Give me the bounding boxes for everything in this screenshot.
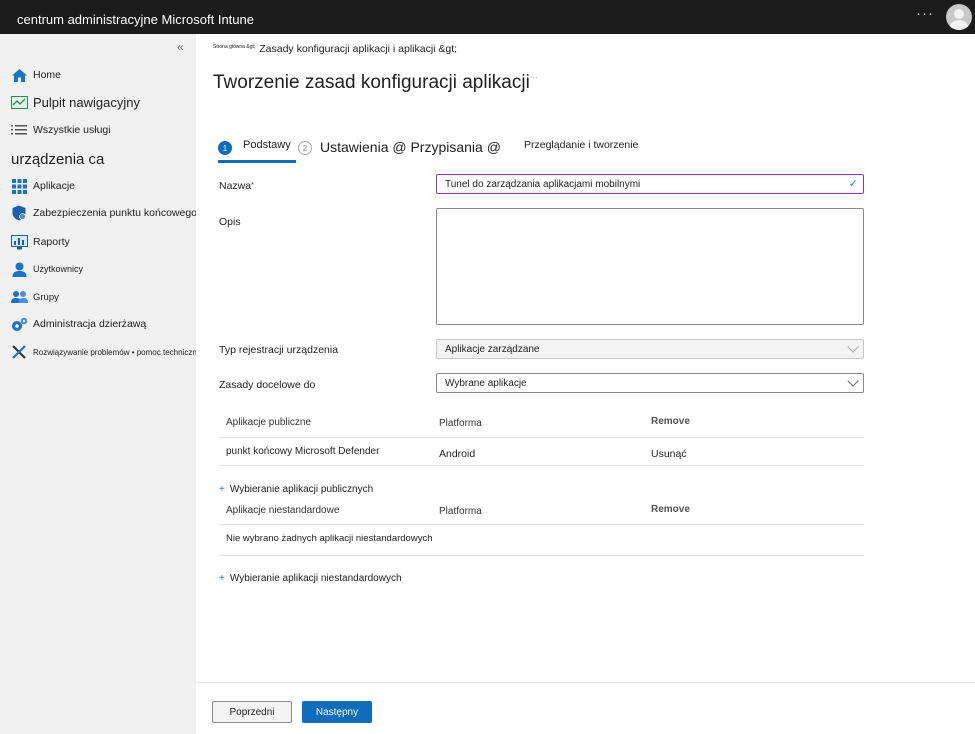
chevron-down-icon xyxy=(847,375,859,387)
divider xyxy=(219,437,864,438)
main-content: Strona główna &gt; Zasady konfiguracji ap… xyxy=(196,34,975,734)
tenant-admin-gear-icon xyxy=(10,315,28,333)
footer-bar: Poprzedni Następny xyxy=(196,682,975,734)
next-button[interactable]: Następny xyxy=(302,701,372,723)
sidebar-item-troubleshooting[interactable]: Rozwiązywanie problemów • pomoc technicz… xyxy=(10,343,196,361)
previous-button[interactable]: Poprzedni xyxy=(212,701,292,723)
sidebar-item-label: Aplikacje xyxy=(33,180,76,192)
avatar[interactable] xyxy=(946,4,972,30)
tab-basics[interactable]: Podstawy xyxy=(243,139,291,151)
top-bar: centrum administracyjne Microsoft Intune… xyxy=(0,0,975,34)
plus-icon: + xyxy=(219,573,225,584)
sidebar: « Home Pulpit nawigacyjny Wszystkie usłu… xyxy=(0,34,196,734)
chevron-down-icon xyxy=(847,341,859,353)
dashboard-icon xyxy=(10,93,28,111)
sidebar-item-endpoint-security[interactable]: Zabezpieczenia punktu końcowego xyxy=(10,204,196,222)
step-2-indicator: 2 xyxy=(298,141,312,155)
avatar-body-shape xyxy=(950,20,968,30)
divider xyxy=(219,465,864,466)
groups-icon xyxy=(10,288,28,306)
reports-monitor-icon xyxy=(10,233,28,251)
breadcrumb: Strona główna &gt; Zasady konfiguracji ap… xyxy=(213,43,457,55)
select-custom-apps-link[interactable]: + Wybieranie aplikacji niestandardowych xyxy=(219,573,402,584)
sidebar-item-all-services[interactable]: Wszystkie usługi xyxy=(10,121,111,139)
sidebar-section-heading: urządzenia ca xyxy=(11,151,105,168)
wrench-icon xyxy=(10,343,28,361)
sidebar-item-dashboard[interactable]: Pulpit nawigacyjny xyxy=(10,93,140,111)
breadcrumb-home[interactable]: Strona główna &gt; xyxy=(213,44,255,50)
avatar-head-shape xyxy=(954,9,964,19)
sidebar-item-home[interactable]: Home xyxy=(10,66,61,84)
remove-app-link[interactable]: Usunąć xyxy=(651,448,687,460)
sidebar-item-label: Użytkownicy xyxy=(33,264,84,274)
sidebar-item-label: Grupy xyxy=(33,291,59,303)
sidebar-item-label: Pulpit nawigacyjny xyxy=(33,94,140,110)
target-policy-select[interactable]: Wybrane aplikacje xyxy=(436,373,864,393)
sidebar-item-label: Rozwiązywanie problemów • pomoc technicz… xyxy=(33,347,196,357)
breadcrumb-path[interactable]: Zasady konfiguracji aplikacji i aplikacj… xyxy=(259,43,457,55)
sidebar-item-label: Wszystkie usługi xyxy=(33,124,111,136)
sidebar-item-reports[interactable]: Raporty xyxy=(10,233,70,251)
active-step-underline xyxy=(218,160,296,163)
tab-settings-assignments[interactable]: Ustawienia @ Przypisania @ xyxy=(320,139,501,155)
enrollment-type-label: Typ rejestracji urządzenia xyxy=(219,344,339,356)
home-icon xyxy=(10,66,28,84)
sidebar-item-groups[interactable]: Grupy xyxy=(10,288,59,306)
user-icon xyxy=(10,260,28,278)
collapse-sidebar-icon[interactable]: « xyxy=(177,40,184,54)
tab-review-create[interactable]: Przeglądanie i tworzenie xyxy=(524,139,638,151)
sidebar-item-label: Administracja dzierżawą xyxy=(33,318,147,330)
enrollment-type-select[interactable]: Aplikacje zarządzane xyxy=(436,339,864,359)
name-field[interactable]: Tunel do zarządzania aplikacjami mobilny… xyxy=(436,174,864,194)
shield-icon xyxy=(10,204,28,222)
step-1-indicator: 1 xyxy=(218,141,232,155)
description-field[interactable] xyxy=(436,208,864,325)
wizard-steps: 1 Podstawy 2 Ustawienia @ Przypisania @ … xyxy=(218,139,658,163)
sidebar-item-label: Zabezpieczenia punktu końcowego xyxy=(33,207,196,219)
app-title[interactable]: centrum administracyjne Microsoft Intune xyxy=(17,12,254,27)
list-icon xyxy=(10,121,28,139)
sidebar-item-apps[interactable]: Aplikacje xyxy=(10,177,75,195)
sidebar-item-users[interactable]: Użytkownicy xyxy=(10,260,83,278)
sidebar-item-tenant-admin[interactable]: Administracja dzierżawą xyxy=(10,315,146,333)
valid-check-icon: ✓ xyxy=(848,178,858,190)
apps-grid-icon xyxy=(10,177,28,195)
description-label: Opis xyxy=(219,216,241,228)
target-policy-label: Zasady docelowe do xyxy=(219,379,316,391)
more-options-icon[interactable]: ··· xyxy=(916,5,934,22)
sidebar-item-label: Home xyxy=(33,69,62,81)
plus-icon: + xyxy=(219,484,225,495)
divider xyxy=(219,524,864,525)
page-title: Tworzenie zasad konfiguracji aplikacji··… xyxy=(213,72,538,93)
name-label: Nazwa* xyxy=(219,180,254,192)
select-public-apps-link[interactable]: + Wybieranie aplikacji publicznych xyxy=(219,484,373,495)
sidebar-item-label: Raporty xyxy=(33,236,70,248)
divider xyxy=(219,555,864,556)
